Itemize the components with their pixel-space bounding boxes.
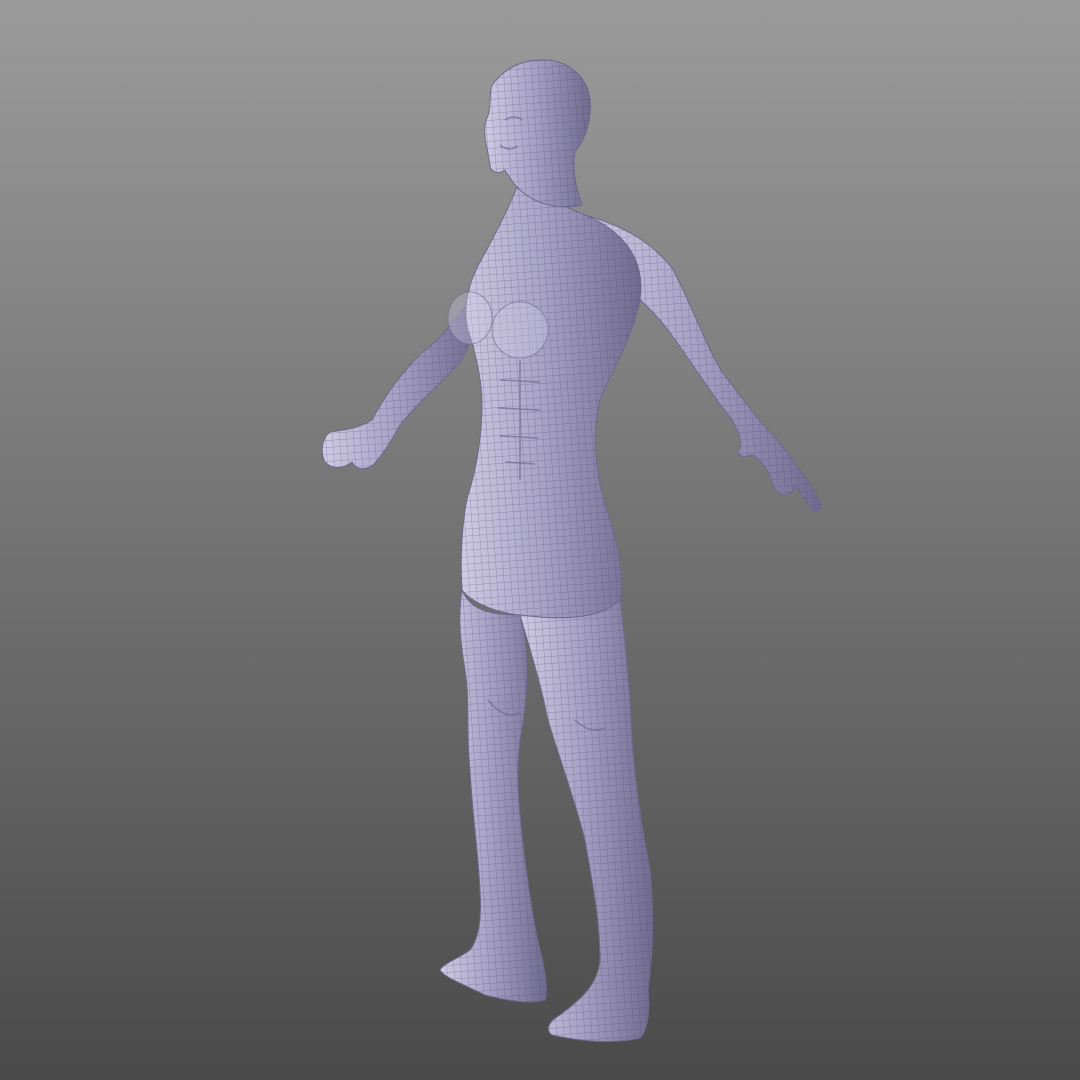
mesh-model-view[interactable] [0,0,1080,1080]
chest-detail-left [447,291,493,345]
head-mesh-wireframe [484,59,591,207]
3d-viewport[interactable] [0,0,1080,1080]
body-mesh[interactable] [321,59,822,1042]
torso-mesh-wireframe [461,180,641,618]
chest-detail-right [491,301,549,359]
